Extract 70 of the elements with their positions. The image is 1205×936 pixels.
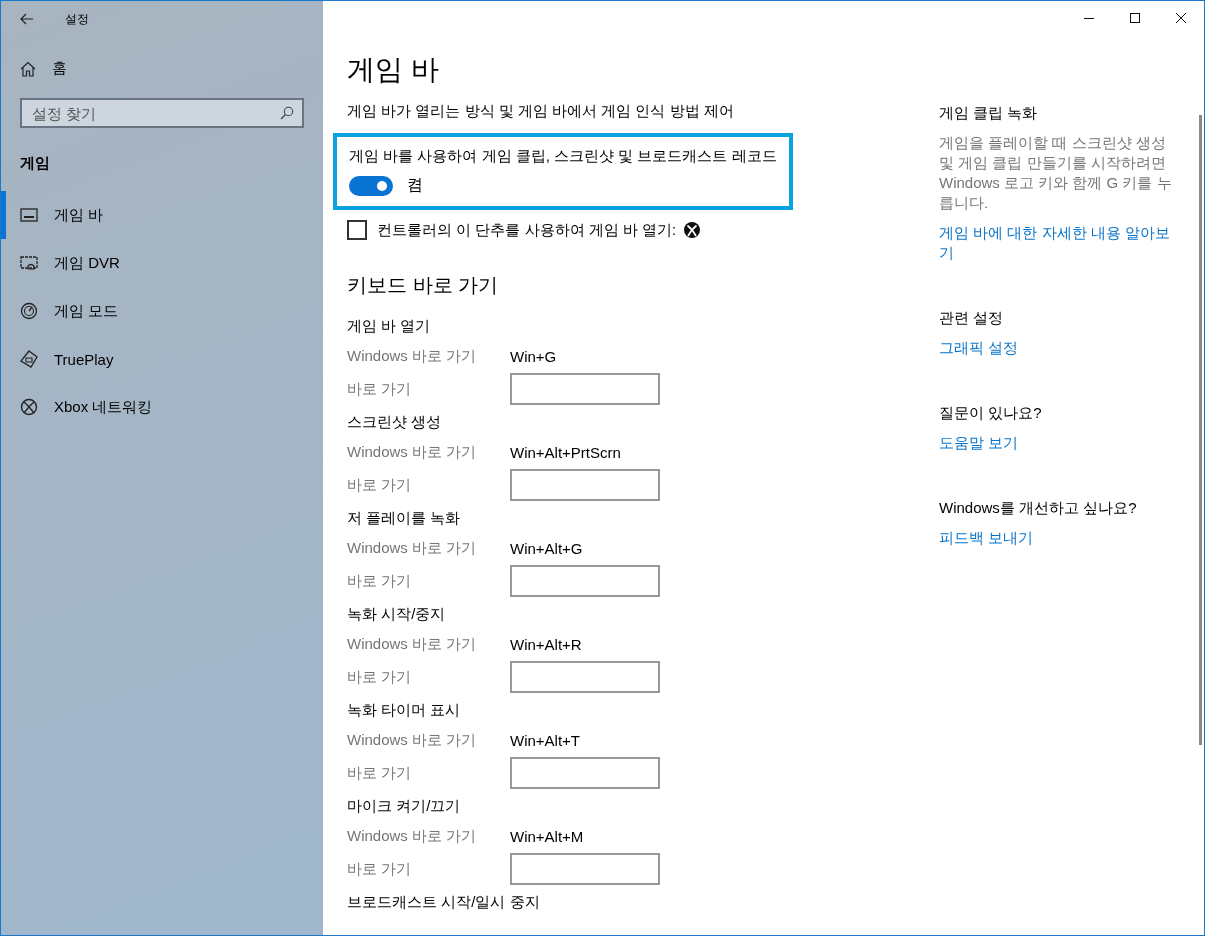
shortcut-value: Win+Alt+G: [510, 539, 583, 557]
home-link[interactable]: 홈: [20, 55, 67, 82]
shortcut-label: Windows 바로 가기: [347, 346, 478, 366]
shortcut-value: Win+Alt+R: [510, 635, 582, 653]
maximize-icon: [1130, 13, 1140, 23]
shortcut-input-field[interactable]: [510, 565, 660, 597]
shortcut-label: 바로 가기: [347, 571, 413, 591]
shortcut-heading: 저 플레이를 녹화: [347, 509, 461, 526]
minimize-icon: [1084, 17, 1094, 19]
shortcut-label: Windows 바로 가기: [347, 634, 478, 654]
keyboard-bar-icon: [20, 207, 38, 223]
toggle-state: 켬: [407, 175, 423, 195]
aside-link[interactable]: 그래픽 설정: [939, 338, 1179, 358]
aside-link[interactable]: 게임 바에 대한 자세한 내용 알아보기: [939, 223, 1179, 263]
video-screen-icon: [20, 255, 38, 271]
shortcut-input-field[interactable]: [510, 469, 660, 501]
checkbox-label: 컨트롤러의 이 단추를 사용하여 게임 바 열기:: [377, 220, 677, 240]
shortcut-value: Win+G: [510, 347, 557, 365]
page-description: 게임 바가 열리는 방식 및 게임 바에서 게임 인식 방법 제어: [347, 102, 735, 121]
xbox-logo-icon: [684, 222, 701, 238]
shortcut-label: 바로 가기: [347, 379, 413, 399]
aside-link[interactable]: 도움말 보기: [939, 433, 1179, 453]
xbox-logo-icon: [20, 398, 38, 416]
nav-item[interactable]: 게임 바: [1, 191, 323, 239]
shortcut-label: Windows 바로 가기: [347, 538, 478, 558]
search-icon[interactable]: [280, 106, 294, 120]
nav-item[interactable]: 게임 모드: [1, 287, 323, 335]
nav-item[interactable]: Xbox 네트워킹: [1, 383, 323, 431]
shortcut-input-field[interactable]: [510, 757, 660, 789]
shortcut-value: Win+Alt+M: [510, 827, 584, 845]
shortcut-heading: 녹화 시작/중지: [347, 605, 446, 622]
toggle-label: 게임 바를 사용하여 게임 클립, 스크린샷 및 브로드캐스트 레코드: [349, 147, 777, 166]
shortcut-heading: 스크린샷 생성: [347, 413, 442, 430]
back-arrow-icon: [20, 13, 34, 25]
home-icon: [20, 60, 36, 77]
checkbox[interactable]: [347, 220, 367, 240]
aside-heading: 게임 클립 녹화: [939, 104, 1039, 123]
shortcut-value: Win+Alt+T: [510, 731, 581, 749]
scrollbar[interactable]: [1199, 115, 1202, 745]
shortcut-heading: 게임 바 열기: [347, 317, 431, 334]
nav-item[interactable]: 게임 DVR: [1, 239, 323, 287]
shortcut-label: 바로 가기: [347, 859, 413, 879]
shortcut-label: 바로 가기: [347, 475, 413, 495]
section-heading: 게임: [20, 154, 51, 173]
aside-heading: 질문이 있나요?: [939, 404, 1043, 423]
shortcut-label: Windows 바로 가기: [347, 826, 478, 846]
shield-controller-icon: [20, 350, 38, 368]
section-heading: 키보드 바로 가기: [347, 273, 500, 298]
aside-text: 게임을 플레이할 때 스크린샷 생성 및 게임 클립 만들기를 시작하려면 Windows 로고 키와 함께 G 키를 누릅니다.: [939, 133, 1173, 213]
aside-link[interactable]: 피드백 보내기: [939, 528, 1179, 548]
shortcut-heading: 녹화 타이머 표시: [347, 701, 461, 718]
shortcut-value: Win+Alt+PrtScrn: [510, 443, 621, 461]
shortcut-input-field[interactable]: [510, 661, 660, 693]
shortcut-heading: 브로드캐스트 시작/일시 중지: [347, 893, 540, 910]
search-field[interactable]: 설정 찾기: [20, 98, 304, 128]
shortcut-label: 바로 가기: [347, 763, 413, 783]
aside-heading: Windows를 개선하고 싶나요?: [939, 499, 1138, 518]
shortcut-label: 바로 가기: [347, 667, 413, 687]
gauge-icon: [20, 302, 38, 320]
shortcut-label: Windows 바로 가기: [347, 442, 478, 462]
aside-heading: 관련 설정: [939, 309, 1005, 328]
shortcut-input-field[interactable]: [510, 853, 660, 885]
toggle-switch[interactable]: [349, 175, 393, 196]
page-title: 게임 바: [347, 53, 440, 87]
nav-item[interactable]: TruePlay: [1, 335, 323, 383]
shortcut-label: Windows 바로 가기: [347, 730, 478, 750]
shortcut-input-field[interactable]: [510, 373, 660, 405]
shortcut-heading: 마이크 켜기/끄기: [347, 797, 461, 814]
close-icon: [1176, 13, 1186, 23]
window-title: 설정: [65, 10, 89, 28]
